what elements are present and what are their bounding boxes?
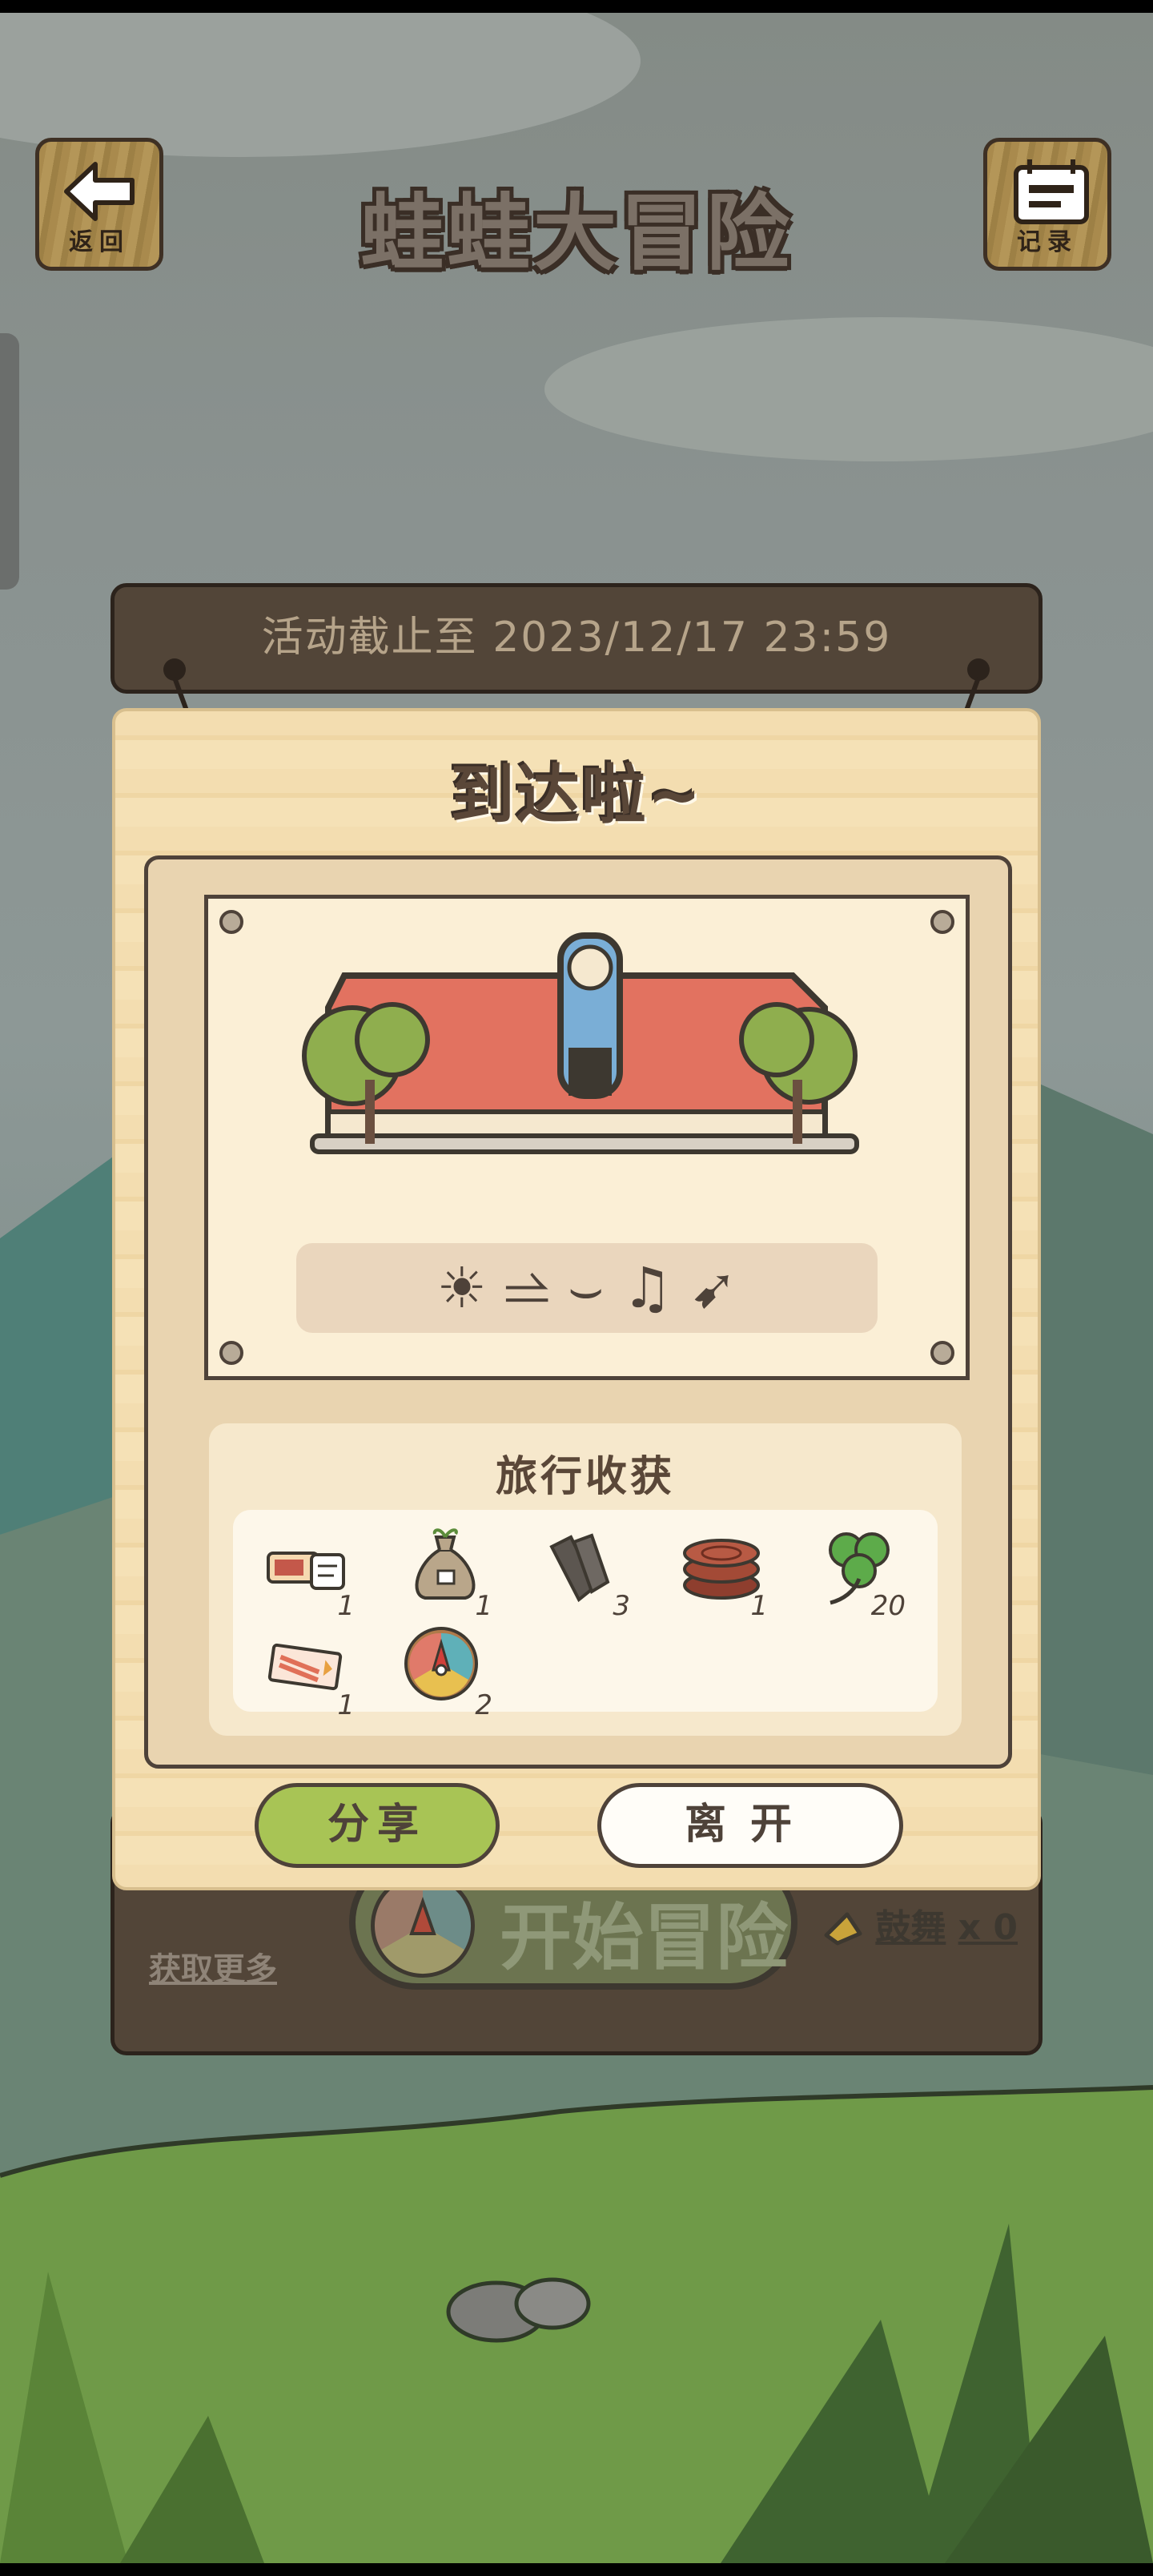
loot-item-lucky-wheel[interactable]: 2	[401, 1622, 497, 1721]
loot-item-seed-bag[interactable]: 1	[401, 1523, 497, 1622]
records-button[interactable]: 记录	[983, 138, 1111, 271]
leave-button[interactable]: 离开	[597, 1783, 903, 1868]
pin-icon	[219, 910, 243, 934]
item-count: 1	[475, 1590, 492, 1622]
side-drawer-handle[interactable]	[0, 333, 19, 590]
item-count: 3	[613, 1590, 630, 1622]
weather-emoji-bar: ☀ ⥬ ⌣ ♫ ➹	[296, 1243, 878, 1333]
loot-item-ticket[interactable]: 1	[263, 1523, 360, 1622]
dialog-title: 到达啦~	[450, 758, 703, 832]
loot-item-wood-log[interactable]: 1	[677, 1523, 773, 1622]
pin-icon	[219, 1341, 243, 1365]
item-count: 1	[337, 1689, 355, 1721]
item-count: 1	[750, 1590, 768, 1622]
pin-icon	[930, 1341, 954, 1365]
cheer-count: x 0	[958, 1907, 1018, 1948]
horn-icon	[824, 1912, 862, 1946]
loot-item-clover[interactable]: 20	[814, 1523, 910, 1622]
pin-icon	[930, 910, 954, 934]
page-title: 蛙蛙大冒险	[360, 184, 793, 282]
museum-building-illustration	[302, 932, 859, 1154]
item-count: 20	[870, 1590, 906, 1622]
arrival-dialog: 到达啦~ ☀ ⥬ ⌣ ♫ ➹ 旅行收获 1 1 3 1 20 1 2 分享 离开	[112, 708, 1041, 1890]
cheer-counter[interactable]: 鼓舞 x 0	[823, 1898, 1018, 1950]
loot-item-postcard[interactable]: 1	[263, 1622, 360, 1721]
notebook-icon	[1014, 159, 1089, 224]
emoji-text: ☀ ⥬ ⌣ ♫ ➹	[436, 1255, 737, 1321]
dialog-inner-frame: ☀ ⥬ ⌣ ♫ ➹ 旅行收获 1 1 3 1 20 1 2	[144, 855, 1012, 1769]
cheer-label: 鼓舞	[875, 1907, 946, 1948]
records-label: 记录	[1017, 228, 1078, 256]
loot-title: 旅行收获	[495, 1453, 675, 1501]
game-scene: 返回 蛙蛙大冒险 记录 活动截止至 2023/12/17 23:59 开始冒险 …	[0, 13, 1153, 2563]
get-more-link[interactable]: 获取更多	[149, 1943, 277, 1990]
loot-grid: 1 1 3 1 20 1 2	[233, 1510, 938, 1721]
travel-loot-panel: 旅行收获 1 1 3 1 20 1 2	[209, 1423, 962, 1736]
share-button[interactable]: 分享	[255, 1783, 500, 1868]
loot-item-charcoal[interactable]: 3	[539, 1523, 635, 1622]
start-adventure-label: 开始冒险	[500, 1896, 788, 1980]
destination-poster: ☀ ⥬ ⌣ ♫ ➹	[204, 895, 970, 1380]
item-count: 1	[337, 1590, 355, 1622]
item-count: 2	[475, 1689, 492, 1721]
